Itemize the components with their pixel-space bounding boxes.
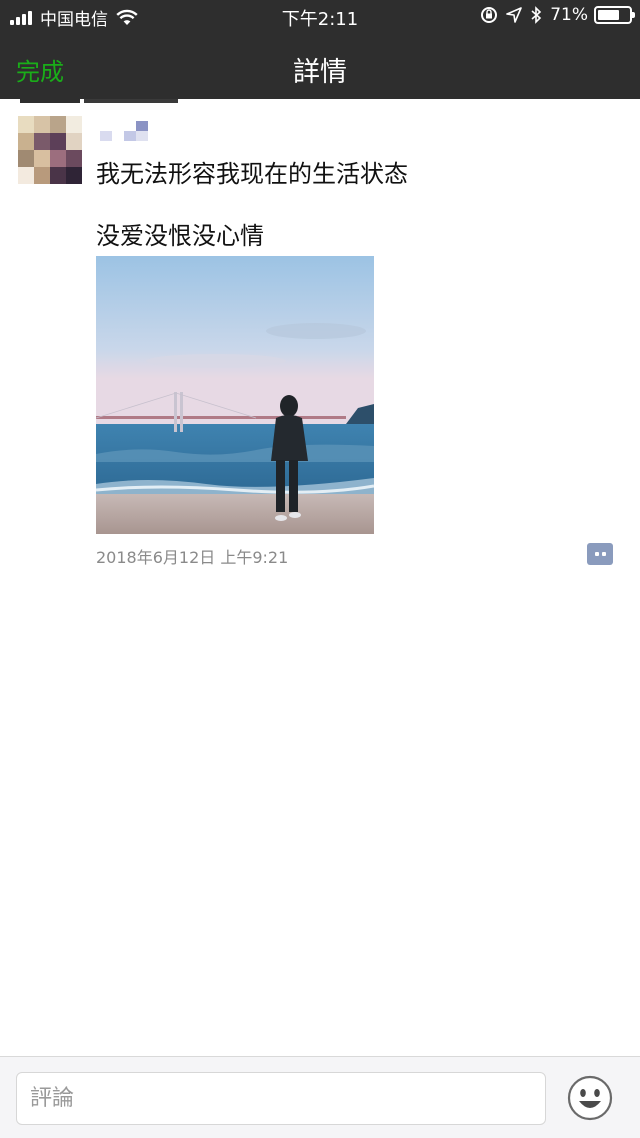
battery-percent: 71%	[550, 5, 588, 25]
nav-bar: 完成 詳情	[0, 32, 640, 99]
post-timestamp: 2018年6月12日 上午9:21	[96, 548, 289, 567]
comment-input[interactable]	[16, 1072, 546, 1125]
status-bar: 中国电信 下午2:11 71%	[0, 0, 640, 32]
avatar[interactable]	[18, 116, 82, 184]
post-photo[interactable]	[96, 256, 374, 534]
comment-bar	[0, 1056, 640, 1138]
pixelated-area	[20, 99, 80, 103]
location-arrow-icon	[506, 7, 523, 23]
battery-level-fill	[598, 10, 620, 20]
username-pixelated[interactable]	[100, 121, 148, 141]
bluetooth-icon	[531, 6, 542, 24]
dot-icon	[602, 552, 606, 556]
emoji-icon[interactable]	[567, 1075, 613, 1121]
post-text-line-1: 我无法形容我现在的生活状态	[96, 160, 408, 188]
comment-more-button[interactable]	[587, 543, 613, 565]
pixelated-area	[84, 99, 178, 103]
orientation-lock-icon	[481, 7, 498, 23]
dot-icon	[595, 552, 599, 556]
page-title: 詳情	[293, 57, 347, 88]
post-text-line-2: 没爱没恨没心情	[96, 222, 264, 250]
status-right: 71%	[472, 5, 635, 25]
battery-icon	[594, 6, 635, 24]
